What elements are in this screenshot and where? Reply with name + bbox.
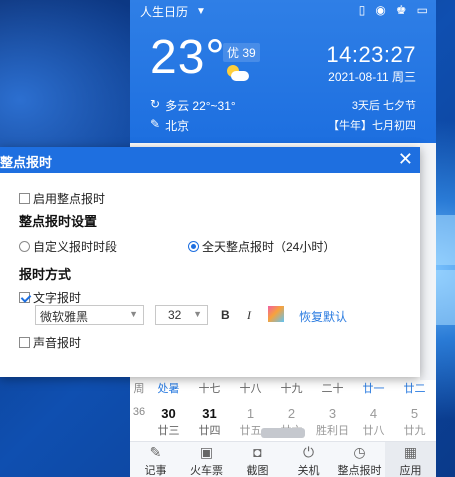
city-name: 北京 bbox=[165, 119, 190, 133]
week-label: 廿二 bbox=[403, 383, 426, 395]
tool-bar: ✎ 记事 ▣ 火车票 ◘ 截图 ⏻ 关机 ◷ 整点报时 ▦ 应用 bbox=[130, 441, 436, 477]
mode-heading: 报时方式 bbox=[19, 267, 72, 282]
clock-icon: ◷ bbox=[353, 444, 366, 460]
menu-caret-icon: ▼ bbox=[196, 6, 206, 17]
upcoming-festival[interactable]: 3天后 七夕节 bbox=[352, 97, 416, 113]
aqi-badge[interactable]: 优 39 bbox=[223, 43, 260, 62]
italic-button[interactable]: I bbox=[247, 308, 251, 323]
partly-cloudy-icon bbox=[225, 65, 249, 83]
skin-icon[interactable]: ♚ bbox=[396, 3, 407, 17]
week-number: 36 bbox=[132, 406, 146, 418]
note-icon[interactable]: ▯ bbox=[359, 3, 366, 17]
weather-condition[interactable]: ↻ 多云 22°~31° bbox=[150, 97, 236, 114]
day-cell[interactable]: 4 廿八 bbox=[353, 406, 394, 438]
app-menu[interactable]: 人生日历 ▼ bbox=[140, 3, 206, 20]
week-label: 二十 bbox=[321, 383, 344, 395]
settings-heading: 整点报时设置 bbox=[19, 214, 98, 229]
day-cell[interactable]: 30 廿三 bbox=[148, 406, 189, 438]
hourly-chime-button[interactable]: ◷ 整点报时 bbox=[334, 442, 385, 477]
shutdown-button[interactable]: ⏻ 关机 bbox=[283, 442, 334, 477]
day-cell[interactable]: 3 胜利日 bbox=[312, 406, 353, 438]
minimize-icon[interactable]: ▭ bbox=[417, 3, 428, 17]
day-cell[interactable]: 5 廿九 bbox=[394, 406, 435, 438]
enable-chime-checkbox[interactable]: 启用整点报时 bbox=[19, 190, 105, 207]
temperature: 23° bbox=[150, 31, 226, 84]
hourly-chime-dialog: 整点报时 ✕ 启用整点报时 整点报时设置 自定义报时时段 全天整点报时（24小时… bbox=[0, 147, 420, 377]
checkbox-box[interactable] bbox=[19, 292, 30, 303]
checkbox-box[interactable] bbox=[19, 337, 30, 348]
chevron-down-icon: ▼ bbox=[129, 309, 138, 319]
user-icon[interactable]: ◉ bbox=[375, 3, 385, 17]
notes-icon: ✎ bbox=[149, 444, 162, 460]
close-icon[interactable]: ✕ bbox=[398, 149, 413, 169]
week-label: 十九 bbox=[280, 383, 303, 395]
week-label: 处暑 bbox=[157, 383, 180, 395]
font-size-select[interactable]: 32 ▼ bbox=[155, 305, 208, 325]
week-label: 十八 bbox=[239, 383, 262, 395]
custom-period-radio[interactable]: 自定义报时时段 bbox=[19, 238, 117, 255]
custom-period-label: 自定义报时时段 bbox=[33, 240, 118, 254]
grid-icon: ▦ bbox=[403, 444, 418, 460]
calendar-header: 人生日历 ▼ ▯ ◉ ♚ ▭ 23° 优 39 ↻ 多云 22°~31° ✎ 北… bbox=[130, 0, 436, 143]
refresh-icon[interactable]: ↻ bbox=[150, 97, 160, 114]
dialog-title-bar: 整点报时 ✕ bbox=[0, 147, 420, 173]
week-label: 廿一 bbox=[362, 383, 385, 395]
app-name: 人生日历 bbox=[140, 5, 189, 19]
lunar-date: 【牛年】七月初四 bbox=[328, 120, 416, 132]
camera-icon: ◘ bbox=[253, 444, 262, 460]
current-time: 14:23:27 bbox=[326, 42, 416, 67]
apps-button[interactable]: ▦ 应用 bbox=[385, 442, 436, 477]
text-chime-label: 文字报时 bbox=[33, 291, 82, 305]
radio-dot[interactable] bbox=[188, 241, 199, 252]
bold-button[interactable]: B bbox=[221, 308, 230, 322]
dialog-title: 整点报时 bbox=[0, 155, 53, 170]
train-icon: ▣ bbox=[199, 444, 214, 460]
font-size-value: 32 bbox=[168, 308, 182, 322]
text-chime-checkbox[interactable]: 文字报时 bbox=[19, 289, 81, 306]
train-ticket-button[interactable]: ▣ 火车票 bbox=[181, 442, 232, 477]
all-day-label: 全天整点报时（24小时） bbox=[202, 240, 336, 254]
font-family-value: 微软雅黑 bbox=[40, 310, 89, 324]
day-cell[interactable]: 31 廿四 bbox=[189, 406, 230, 438]
power-icon: ⏻ bbox=[302, 444, 315, 460]
current-date: 2021-08-11 周三 bbox=[328, 70, 416, 84]
checkbox-box[interactable] bbox=[19, 193, 30, 204]
enable-chime-label: 启用整点报时 bbox=[33, 192, 106, 206]
all-day-radio[interactable]: 全天整点报时（24小时） bbox=[188, 238, 335, 255]
chevron-down-icon: ▼ bbox=[193, 309, 202, 319]
sound-chime-label: 声音报时 bbox=[33, 336, 82, 350]
collapse-handle[interactable] bbox=[261, 428, 305, 438]
screenshot-button[interactable]: ◘ 截图 bbox=[232, 442, 283, 477]
condition-text: 多云 22°~31° bbox=[165, 99, 236, 113]
week-header: 周 bbox=[133, 383, 145, 395]
calendar-side-strip bbox=[420, 143, 436, 380]
edit-icon: ✎ bbox=[150, 117, 161, 131]
window-controls: ▯ ◉ ♚ ▭ bbox=[359, 3, 428, 17]
week-label-row: 周 处暑 十七 十八 十九 二十 廿一 廿二 bbox=[130, 380, 436, 396]
color-picker[interactable] bbox=[268, 306, 284, 322]
notes-button[interactable]: ✎ 记事 bbox=[130, 442, 181, 477]
radio-dot[interactable] bbox=[19, 241, 30, 252]
sound-chime-checkbox[interactable]: 声音报时 bbox=[19, 334, 81, 351]
reset-default-link[interactable]: 恢复默认 bbox=[299, 308, 347, 325]
font-family-select[interactable]: 微软雅黑 ▼ bbox=[35, 305, 144, 325]
week-label: 十七 bbox=[198, 383, 221, 395]
city-selector[interactable]: ✎ 北京 bbox=[150, 117, 189, 134]
